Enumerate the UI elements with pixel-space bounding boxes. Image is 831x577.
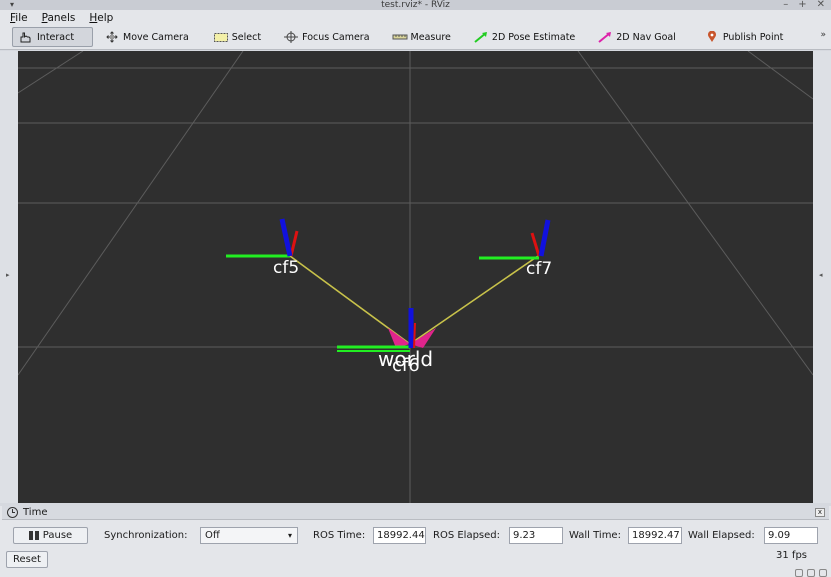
toolbar-overflow-button[interactable]: » [820, 30, 826, 40]
pause-icon [28, 531, 39, 540]
title-bar: ▾ test.rviz* - RViz – + ✕ [0, 0, 831, 10]
status-icon [807, 569, 815, 577]
pause-label: Pause [42, 530, 73, 541]
menu-bar: File Panels Help [0, 10, 831, 25]
frame-label-cf5: cf5 [273, 258, 299, 278]
hand-pointer-icon [18, 31, 34, 43]
fps-counter: 31 fps [776, 550, 807, 561]
focus-crosshair-icon [283, 31, 299, 43]
tool-label: Select [231, 31, 262, 43]
ruler-icon [392, 31, 408, 43]
arrow-cf5 [388, 328, 410, 348]
move-camera-icon [104, 31, 120, 43]
green-arrow-icon [473, 31, 489, 43]
status-icons [795, 569, 827, 577]
reset-button[interactable]: Reset [6, 551, 48, 568]
tool-publish-point[interactable]: Publish Point [699, 27, 788, 47]
grid [18, 51, 813, 503]
window-title: test.rviz* - RViz [381, 0, 450, 10]
tool-bar: Interact Move Camera Select Focus Camera… [0, 25, 831, 50]
wall-elapsed-field[interactable]: 9.09 [764, 527, 818, 544]
link-cf5-world [289, 255, 411, 345]
tool-2d-nav-goal[interactable]: 2D Nav Goal [592, 27, 681, 47]
time-panel-close-button[interactable]: x [815, 508, 825, 517]
tool-2d-pose-estimate[interactable]: 2D Pose Estimate [468, 27, 580, 47]
wall-time-field[interactable]: 18992.47 [628, 527, 682, 544]
time-panel-title: Time [23, 507, 48, 518]
right-dock-handle[interactable]: ◂ [813, 51, 831, 503]
wall-elapsed-label: Wall Elapsed: [688, 530, 755, 541]
maximize-icon[interactable]: + [798, 0, 806, 10]
map-pin-icon [704, 30, 720, 43]
pause-button[interactable]: Pause [13, 527, 88, 544]
time-panel: Time x Pause Synchronization: Off ▾ ROS … [0, 506, 831, 577]
ros-time-label: ROS Time: [313, 530, 366, 541]
frame-label-cf6: cf6 [392, 355, 420, 376]
clock-icon [7, 507, 18, 518]
menu-file[interactable]: File [10, 12, 28, 24]
wall-time-label: Wall Time: [569, 530, 621, 541]
ros-time-field[interactable]: 18992.44 [373, 527, 426, 544]
tool-label: Interact [37, 31, 75, 43]
window-controls: – + ✕ [783, 0, 825, 10]
tool-label: Measure [410, 31, 451, 43]
magenta-arrow-icon [597, 31, 613, 43]
sync-select[interactable]: Off ▾ [200, 527, 298, 544]
tool-interact[interactable]: Interact [12, 27, 93, 47]
tool-focus-camera[interactable]: Focus Camera [278, 27, 374, 47]
scene-canvas: cf5 cf7 world cf6 [18, 51, 813, 503]
frame-label-cf7: cf7 [526, 259, 552, 279]
left-dock-handle[interactable]: ▸ [0, 51, 18, 503]
tool-move-camera[interactable]: Move Camera [99, 27, 194, 47]
expand-right-icon: ◂ [819, 271, 823, 279]
menu-panels[interactable]: Panels [42, 12, 76, 24]
tool-label: 2D Nav Goal [616, 31, 676, 43]
menu-help[interactable]: Help [89, 12, 113, 24]
status-icon [795, 569, 803, 577]
frame-cf7-axes [479, 219, 551, 260]
tool-label: Move Camera [123, 31, 189, 43]
status-icon [819, 569, 827, 577]
tool-label: 2D Pose Estimate [491, 31, 576, 43]
tool-select[interactable]: Select [208, 27, 266, 47]
reset-label: Reset [13, 554, 41, 565]
time-panel-header: Time x [2, 506, 829, 520]
tool-label: Publish Point [722, 31, 784, 43]
ros-elapsed-field[interactable]: 9.23 [509, 527, 563, 544]
render-viewport[interactable]: cf5 cf7 world cf6 [18, 51, 813, 503]
window-menu-icon[interactable]: ▾ [10, 0, 14, 10]
minimize-icon[interactable]: – [783, 0, 788, 10]
tool-label: Focus Camera [302, 31, 370, 43]
sync-value: Off [205, 530, 220, 541]
ros-elapsed-label: ROS Elapsed: [433, 530, 500, 541]
sync-label: Synchronization: [104, 530, 188, 541]
frame-cf5-axes [226, 218, 299, 258]
tool-measure[interactable]: Measure [387, 27, 456, 47]
link-cf7-world [409, 255, 539, 345]
close-icon[interactable]: ✕ [817, 0, 825, 10]
select-box-icon [213, 31, 229, 43]
expand-left-icon: ▸ [6, 271, 10, 279]
chevron-down-icon: ▾ [287, 531, 292, 540]
